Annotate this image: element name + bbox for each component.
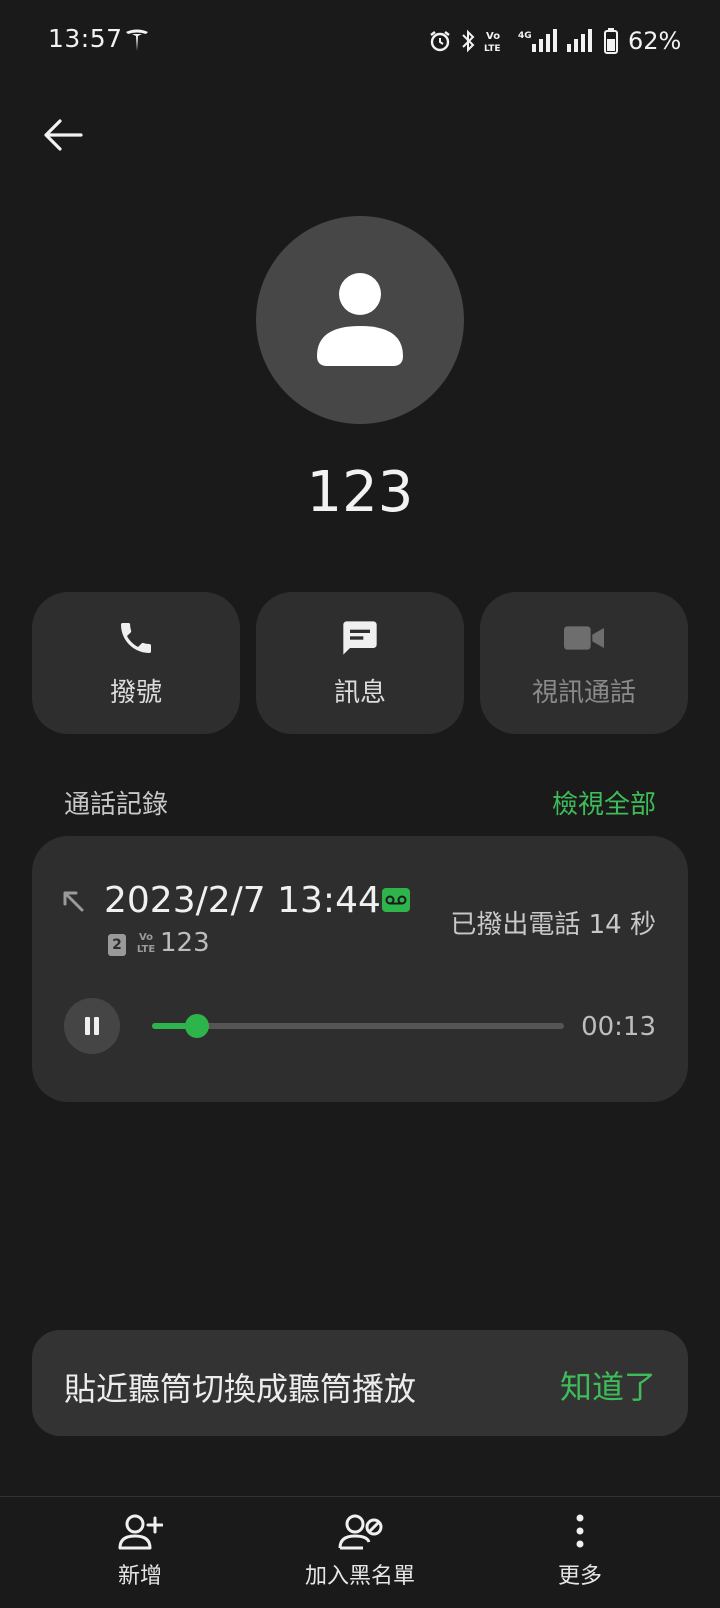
nav-block-contact-label: 加入黑名單 [304,1564,415,1589]
tesla-icon [126,29,148,51]
call-datetime: 2023/2/7 13:44 [104,880,381,921]
nav-more-label: 更多 [557,1564,602,1589]
video-call-button[interactable]: 視訊通話 [480,592,688,734]
battery-icon [604,28,618,54]
4g-signal-icon: 4G [518,29,557,52]
call-status: 已撥出電話 14 秒 [450,910,656,940]
block-contact-icon [338,1514,383,1550]
sim-badge: 2 [108,934,126,956]
svg-text:Vo: Vo [486,31,500,42]
contact-avatar [256,216,464,424]
message-button[interactable]: 訊息 [256,592,464,734]
arrow-back-icon [44,119,83,151]
nav-add-contact-label: 新增 [117,1564,162,1589]
playback-time: 00:13 [581,1012,656,1042]
recording-icon [382,888,410,912]
svg-text:LTE: LTE [484,44,501,54]
snackbar-dismiss-button[interactable]: 知道了 [560,1362,656,1408]
volte-icon: Vo LTE [484,31,501,54]
svg-text:4G: 4G [518,31,532,41]
playback-progress-thumb[interactable] [185,1014,209,1038]
call-number: 123 [160,928,210,958]
nav-block-contact[interactable]: 加入黑名單 [260,1512,460,1598]
playback-progress-track[interactable] [152,1023,564,1029]
battery-percentage: 62% [628,27,682,55]
pause-icon [85,1017,99,1035]
video-call-button-label: 視訊通話 [531,677,636,708]
status-icons: Vo LTE 4G 62% [428,26,681,56]
pause-button[interactable] [64,998,120,1054]
add-contact-icon [118,1514,163,1550]
message-icon [343,620,377,655]
phone-icon [121,622,151,653]
call-button-label: 撥號 [109,677,162,708]
video-call-icon [564,625,604,650]
back-button[interactable] [38,110,88,160]
call-button[interactable]: 撥號 [32,592,240,734]
bluetooth-icon [462,29,475,53]
message-button-label: 訊息 [333,677,386,708]
snackbar-message: 貼近聽筒切換成聽筒播放 [64,1370,417,1408]
call-log-entry[interactable] [32,836,688,1102]
bottom-divider [0,1496,720,1497]
call-log-title: 通話記錄 [64,790,169,820]
more-vert-icon [576,1514,584,1548]
contact-name: 123 [306,460,414,525]
alarm-icon [430,31,450,52]
person-icon [317,273,403,366]
outgoing-call-icon [63,891,84,912]
nav-add-contact[interactable]: 新增 [40,1512,240,1598]
nav-more[interactable]: 更多 [480,1512,680,1598]
signal-icon [567,29,592,52]
view-all-link[interactable]: 檢視全部 [552,784,656,821]
status-time: 13:57 [48,24,123,53]
volte-badge-icon: Vo LTE [136,932,156,955]
